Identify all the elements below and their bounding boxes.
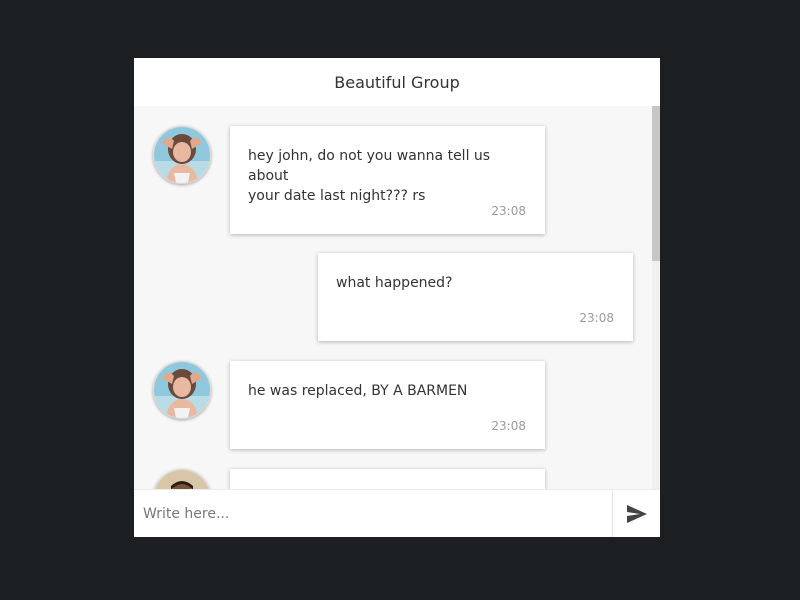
scrollbar-thumb[interactable] (652, 106, 660, 261)
send-button[interactable] (612, 490, 660, 537)
send-icon (627, 504, 647, 523)
chat-header: Beautiful Group (134, 58, 660, 106)
message-text: he was replaced, BY A BARMEN (248, 383, 468, 399)
message-text: hey john, do not you wanna tell us about… (248, 148, 491, 204)
message-bubble: hey john, do not you wanna tell us about… (230, 126, 545, 234)
scrollbar[interactable] (652, 106, 660, 489)
message-time: 23:08 (491, 419, 526, 433)
message-input[interactable] (134, 490, 611, 537)
message-bubble (230, 469, 545, 489)
group-title: Beautiful Group (334, 72, 460, 92)
message-text: what happened? (336, 275, 453, 291)
own-message-bubble: what happened? 23:08 (318, 253, 633, 341)
message-list[interactable]: hey john, do not you wanna tell us about… (134, 106, 660, 489)
sender-avatar[interactable] (153, 126, 211, 184)
message-time: 23:08 (579, 311, 614, 325)
sender-avatar[interactable] (153, 361, 211, 419)
message-composer (134, 489, 660, 537)
message-bubble: he was replaced, BY A BARMEN 23:08 (230, 361, 545, 449)
chat-window: Beautiful Group hey john, do not you wan… (134, 58, 660, 537)
message-time: 23:08 (491, 204, 526, 218)
sender-avatar[interactable] (153, 469, 211, 489)
